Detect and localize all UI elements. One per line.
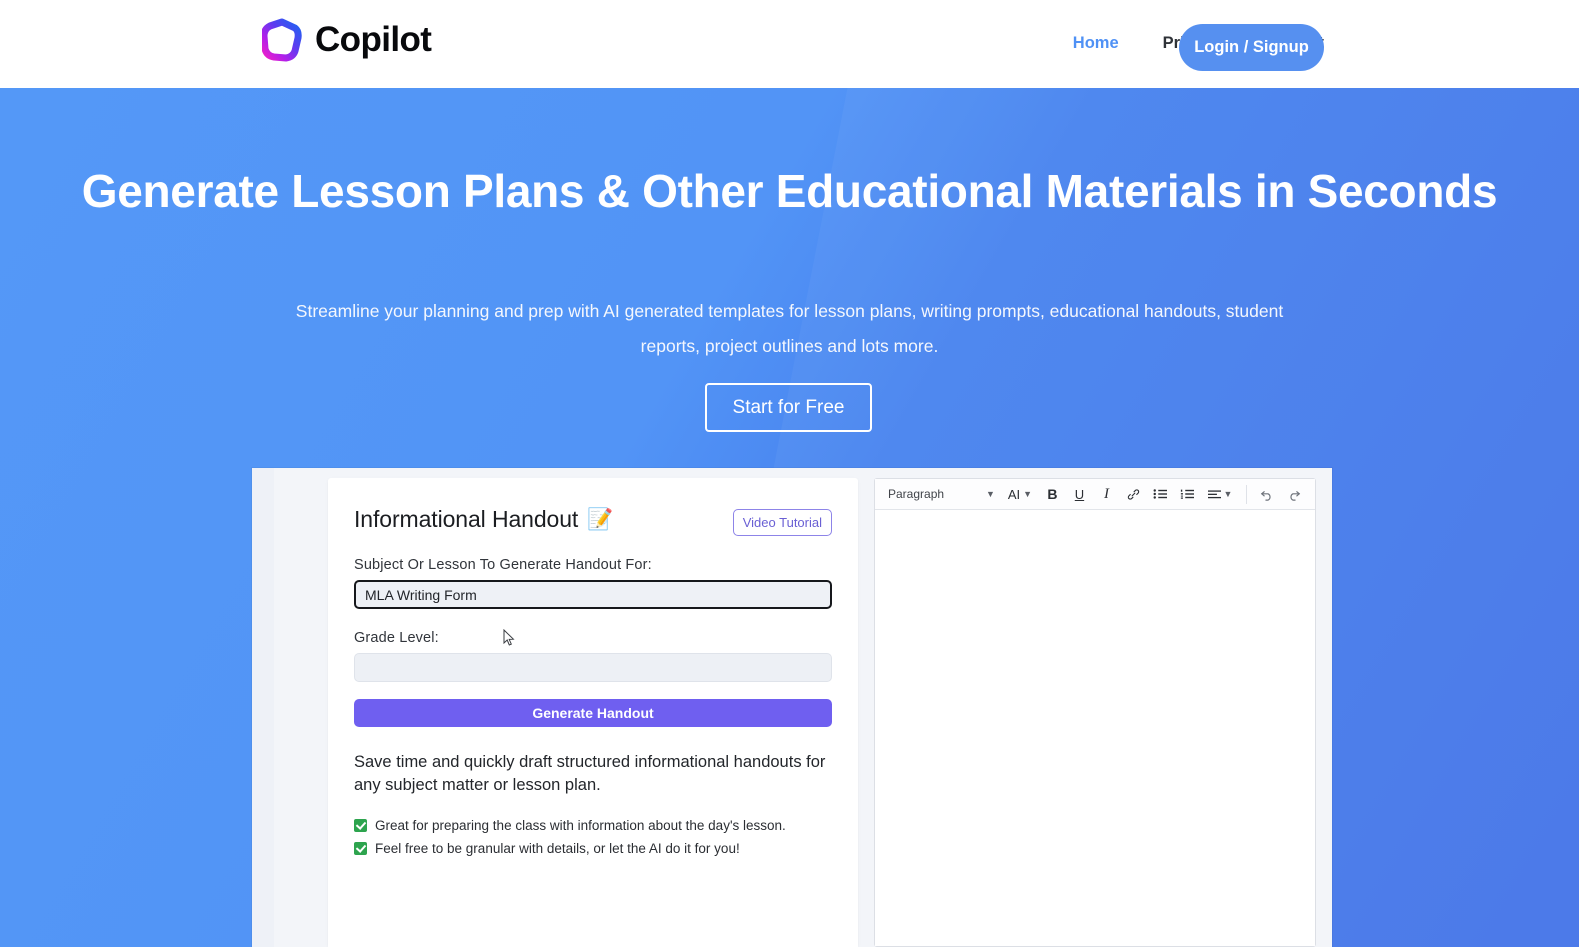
block-format-dropdown[interactable]: Paragraph ▼ <box>883 487 1000 501</box>
hero-section: Generate Lesson Plans & Other Educationa… <box>0 88 1579 947</box>
ai-dropdown-button[interactable]: AI ▼ <box>1002 482 1038 507</box>
page-title: Generate Lesson Plans & Other Educationa… <box>81 165 1498 217</box>
form-description: Save time and quickly draft structured i… <box>354 753 826 795</box>
app-left-gutter <box>252 468 274 947</box>
login-signup-button[interactable]: Login / Signup <box>1179 24 1324 71</box>
hero-subtitle: Streamline your planning and prep with A… <box>295 301 1284 356</box>
check-icon <box>354 841 367 855</box>
brand-logo[interactable]: Copilot <box>262 18 432 62</box>
subject-input[interactable] <box>354 580 832 609</box>
nav-link-home[interactable]: Home <box>1073 34 1119 53</box>
redo-button[interactable] <box>1282 482 1307 507</box>
chevron-down-icon: ▼ <box>986 489 995 499</box>
chevron-down-icon: ▼ <box>1223 489 1233 499</box>
benefit-list-item: Great for preparing the class with infor… <box>354 818 832 833</box>
grade-level-input[interactable] <box>354 653 832 682</box>
editor-panel: Paragraph ▼ AI ▼ B U I ▼ <box>874 478 1316 947</box>
video-tutorial-button[interactable]: Video Tutorial <box>732 509 832 536</box>
editor-box: Paragraph ▼ AI ▼ B U I ▼ <box>874 478 1316 947</box>
block-format-label: Paragraph <box>888 487 945 501</box>
benefit-text: Feel free to be granular with details, o… <box>375 840 740 856</box>
benefits-list: Great for preparing the class with infor… <box>354 818 832 856</box>
form-panel-header: Informational Handout 📝 Video Tutorial <box>354 506 832 536</box>
benefit-list-item: Feel free to be granular with details, o… <box>354 841 832 856</box>
underline-button[interactable]: U <box>1067 482 1092 507</box>
editor-content-area[interactable] <box>875 510 1315 946</box>
benefit-text: Great for preparing the class with infor… <box>375 817 786 833</box>
app-body: Informational Handout 📝 Video Tutorial S… <box>274 468 1332 947</box>
handout-form-panel: Informational Handout 📝 Video Tutorial S… <box>328 478 858 947</box>
toolbar-divider <box>1245 484 1247 504</box>
italic-button[interactable]: I <box>1094 482 1119 507</box>
editor-toolbar: Paragraph ▼ AI ▼ B U I ▼ <box>875 479 1315 510</box>
start-for-free-button[interactable]: Start for Free <box>705 383 872 432</box>
top-navbar: Copilot HomePricingContact Login / Signu… <box>0 0 1579 88</box>
bulleted-list-button[interactable] <box>1148 482 1173 507</box>
chevron-down-icon: ▼ <box>1023 489 1033 499</box>
app-preview-window: Informational Handout 📝 Video Tutorial S… <box>252 468 1332 947</box>
link-button[interactable] <box>1121 482 1146 507</box>
subject-field-label: Subject Or Lesson To Generate Handout Fo… <box>354 557 652 573</box>
form-title-text: Informational Handout <box>354 506 579 532</box>
ai-label: AI <box>1007 486 1021 502</box>
form-panel-title: Informational Handout 📝 <box>354 506 613 533</box>
check-icon <box>354 818 367 832</box>
align-dropdown-button[interactable]: ▼ <box>1202 482 1238 507</box>
grade-level-field-label: Grade Level: <box>354 630 439 646</box>
generate-handout-button[interactable]: Generate Handout <box>354 699 832 727</box>
copilot-hexagon-logo-icon <box>262 18 302 62</box>
memo-icon: 📝 <box>587 508 614 531</box>
undo-button[interactable] <box>1255 482 1280 507</box>
bold-button[interactable]: B <box>1040 482 1065 507</box>
brand-name: Copilot <box>315 20 432 59</box>
numbered-list-button[interactable] <box>1175 482 1200 507</box>
